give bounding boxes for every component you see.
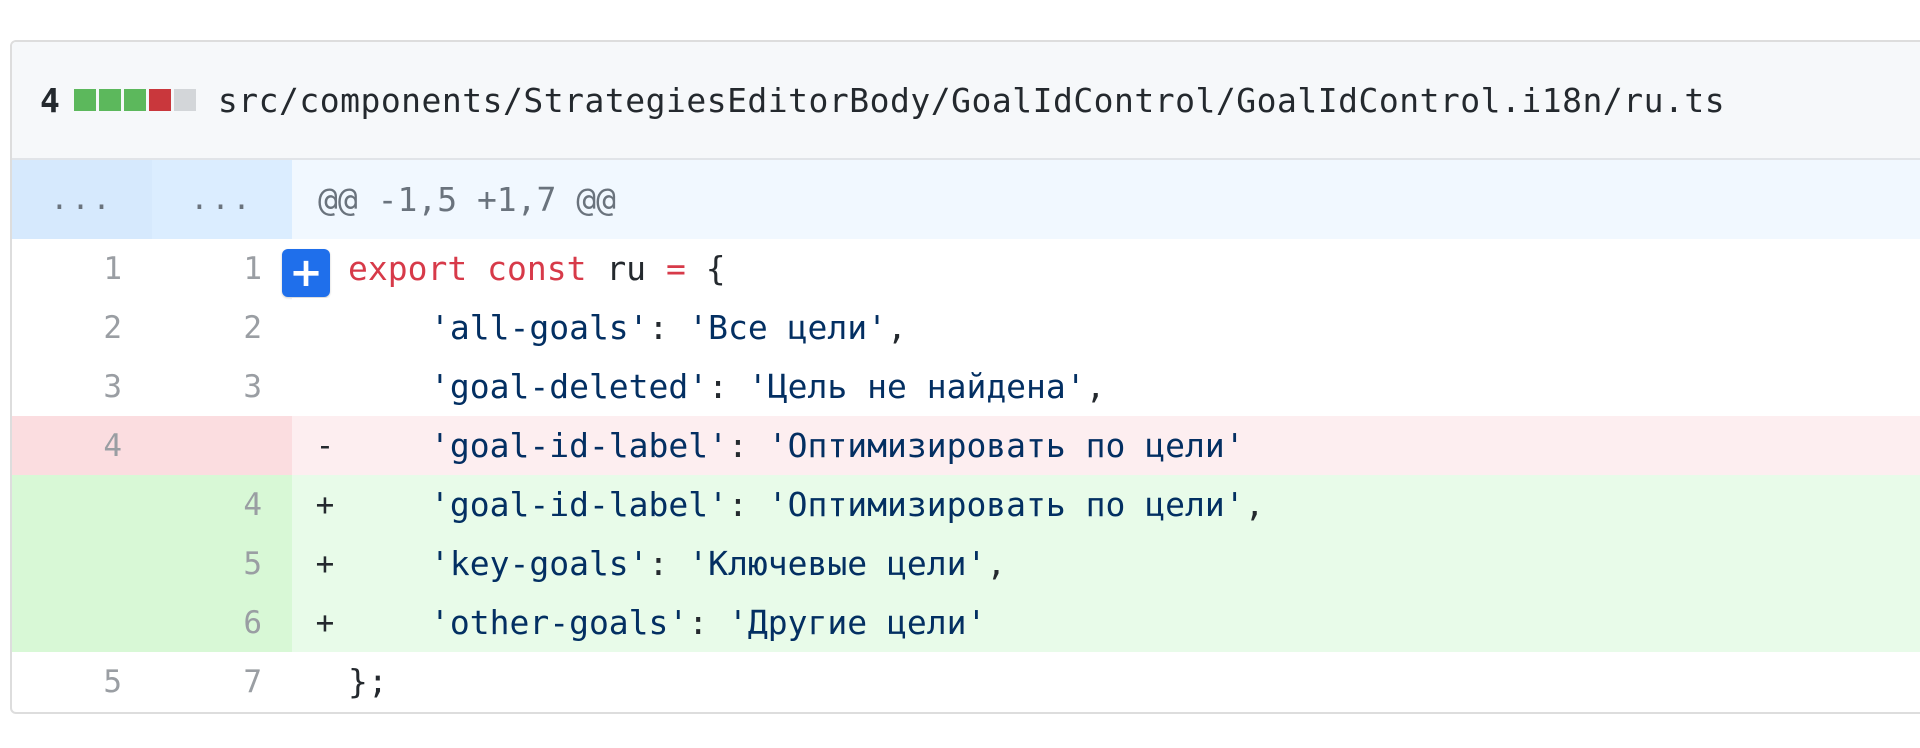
code-line: export const ru = { (348, 239, 726, 298)
diff-line[interactable]: 3 3 'goal-deleted': 'Цель не найдена', (12, 357, 1920, 416)
diffstat-block (148, 89, 171, 111)
string-value: 'Все цели' (688, 308, 887, 347)
new-line-number[interactable]: 1 (152, 239, 292, 298)
string-value: 'Оптимизировать по цели' (767, 485, 1245, 524)
code-line: 'goal-id-label': 'Оптимизировать по цели… (348, 416, 1245, 475)
separator: : (708, 367, 748, 406)
hunk-header-row: ... ... @@ -1,5 +1,7 @@ (12, 160, 1920, 239)
code-line: 'goal-deleted': 'Цель не найдена', (348, 357, 1106, 416)
separator: : (648, 308, 689, 347)
string-key: 'goal-id-label' (430, 485, 729, 524)
diff-table: ... ... @@ -1,5 +1,7 @@ 1 1 export const… (12, 160, 1920, 711)
comma: , (986, 544, 1007, 583)
old-line-number[interactable]: 2 (12, 298, 152, 357)
new-line-number[interactable]: 7 (152, 652, 292, 711)
string-key: 'key-goals' (430, 544, 649, 583)
comma: , (1085, 367, 1106, 406)
string-key: 'goal-deleted' (430, 367, 709, 406)
separator: : (648, 544, 689, 583)
file-header[interactable]: 4 src/components/StrategiesEditorBody/Go… (12, 42, 1920, 160)
new-line-number[interactable]: 6 (152, 593, 292, 652)
string-key: 'all-goals' (430, 308, 649, 347)
brace: { (705, 249, 726, 288)
diff-line[interactable]: 1 1 export const ru = { + (12, 239, 1920, 298)
separator: : (728, 485, 768, 524)
keyword: export (348, 249, 468, 288)
identifier: ru (606, 249, 647, 288)
separator: : (728, 426, 768, 465)
old-line-number[interactable]: 5 (12, 652, 152, 711)
diff-marker: + (315, 545, 335, 582)
code-line: 'key-goals': 'Ключевые цели', (348, 534, 1006, 593)
keyword: const (487, 249, 587, 288)
diffstat-block (123, 89, 146, 111)
diffstat-block (173, 89, 196, 111)
new-line-number[interactable]: 3 (152, 357, 292, 416)
diff-marker: + (315, 486, 335, 523)
expand-down-button[interactable]: ... (152, 160, 292, 239)
add-comment-button[interactable]: + (282, 249, 330, 297)
added-line[interactable]: 4 + 'goal-id-label': 'Оптимизировать по … (12, 475, 1920, 534)
old-line-number[interactable] (12, 534, 152, 593)
old-line-number[interactable] (12, 475, 152, 534)
added-line[interactable]: 6 + 'other-goals': 'Другие цели' (12, 593, 1920, 652)
string-value: 'Ключевые цели' (688, 544, 987, 583)
closing-brace: }; (348, 662, 388, 701)
diff-line[interactable]: 5 7 }; (12, 652, 1920, 711)
diff-file: 4 src/components/StrategiesEditorBody/Go… (10, 40, 1920, 714)
new-line-number[interactable]: 4 (152, 475, 292, 534)
diffstat (73, 89, 196, 111)
string-key: 'other-goals' (430, 603, 689, 642)
code-line: }; (348, 652, 388, 711)
code-line: 'all-goals': 'Все цели', (348, 298, 907, 357)
file-path[interactable]: src/components/StrategiesEditorBody/Goal… (218, 81, 1725, 120)
diffstat-block (73, 89, 96, 111)
string-value: 'Оптимизировать по цели' (767, 426, 1245, 465)
comma: , (886, 308, 907, 347)
code-line: 'other-goals': 'Другие цели' (348, 593, 986, 652)
change-count: 4 (40, 80, 60, 120)
deleted-line[interactable]: 4 - 'goal-id-label': 'Оптимизировать по … (12, 416, 1920, 475)
comma: , (1244, 485, 1265, 524)
diff-marker: - (315, 427, 335, 464)
string-key: 'goal-id-label' (430, 426, 729, 465)
old-line-number[interactable]: 3 (12, 357, 152, 416)
expand-up-button[interactable]: ... (12, 160, 152, 239)
old-line-number[interactable]: 1 (12, 239, 152, 298)
new-line-number[interactable]: 2 (152, 298, 292, 357)
old-line-number[interactable] (12, 593, 152, 652)
string-value: 'Цель не найдена' (747, 367, 1086, 406)
separator: : (688, 603, 729, 642)
new-line-number[interactable]: 5 (152, 534, 292, 593)
operator: = (665, 249, 686, 288)
diffstat-block (98, 89, 121, 111)
hunk-header: @@ -1,5 +1,7 @@ (292, 160, 1920, 239)
diff-line[interactable]: 2 2 'all-goals': 'Все цели', (12, 298, 1920, 357)
diff-marker: + (315, 604, 335, 641)
new-line-number[interactable] (152, 416, 292, 475)
code-line: 'goal-id-label': 'Оптимизировать по цели… (348, 475, 1264, 534)
string-value: 'Другие цели' (728, 603, 987, 642)
old-line-number[interactable]: 4 (12, 416, 152, 475)
hunk-header-text: @@ -1,5 +1,7 @@ (318, 180, 617, 219)
added-line[interactable]: 5 + 'key-goals': 'Ключевые цели', (12, 534, 1920, 593)
